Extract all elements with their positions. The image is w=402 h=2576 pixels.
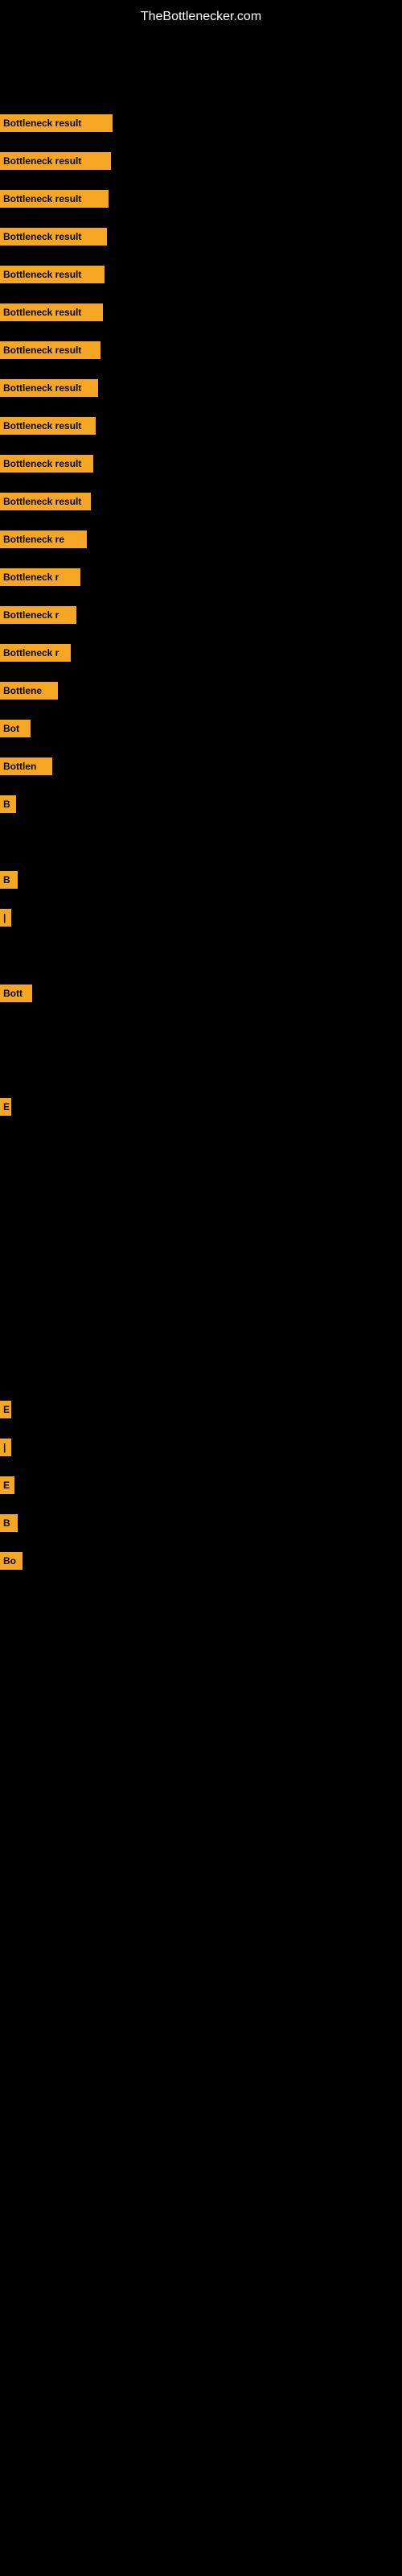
- bottleneck-bar: E: [0, 1476, 14, 1494]
- bottleneck-bar: Bottlene: [0, 682, 58, 700]
- bottleneck-bar: Bottleneck result: [0, 493, 91, 510]
- bottleneck-bar: Bottleneck result: [0, 379, 98, 397]
- bottleneck-bar: Bot: [0, 720, 31, 737]
- bottleneck-bar: Bott: [0, 985, 32, 1002]
- bottleneck-bar: Bottleneck result: [0, 152, 111, 170]
- bottleneck-bar: Bottlen: [0, 758, 52, 775]
- bottleneck-bar: Bottleneck re: [0, 530, 87, 548]
- bottleneck-bar: Bottleneck result: [0, 455, 93, 473]
- bottleneck-bar: Bottleneck result: [0, 417, 96, 435]
- bottleneck-bar: E: [0, 1401, 11, 1418]
- bottleneck-bar: B: [0, 795, 16, 813]
- bottleneck-bar: Bottleneck result: [0, 190, 109, 208]
- bottleneck-bar: E: [0, 1098, 11, 1116]
- bottleneck-bar: |: [0, 1439, 11, 1456]
- bottleneck-bar: Bo: [0, 1552, 23, 1570]
- bottleneck-bar: Bottleneck result: [0, 266, 105, 283]
- bottleneck-bar: B: [0, 871, 18, 889]
- bottleneck-bar: Bottleneck r: [0, 644, 71, 662]
- bottleneck-bar: Bottleneck result: [0, 341, 100, 359]
- site-title: TheBottlenecker.com: [0, 3, 402, 31]
- bottleneck-bar: |: [0, 909, 11, 927]
- bottleneck-bar: Bottleneck r: [0, 606, 76, 624]
- bottleneck-bar: Bottleneck result: [0, 228, 107, 246]
- bottleneck-bar: B: [0, 1514, 18, 1532]
- bottleneck-bar: Bottleneck result: [0, 303, 103, 321]
- bottleneck-bar: Bottleneck result: [0, 114, 113, 132]
- bottleneck-bar: Bottleneck r: [0, 568, 80, 586]
